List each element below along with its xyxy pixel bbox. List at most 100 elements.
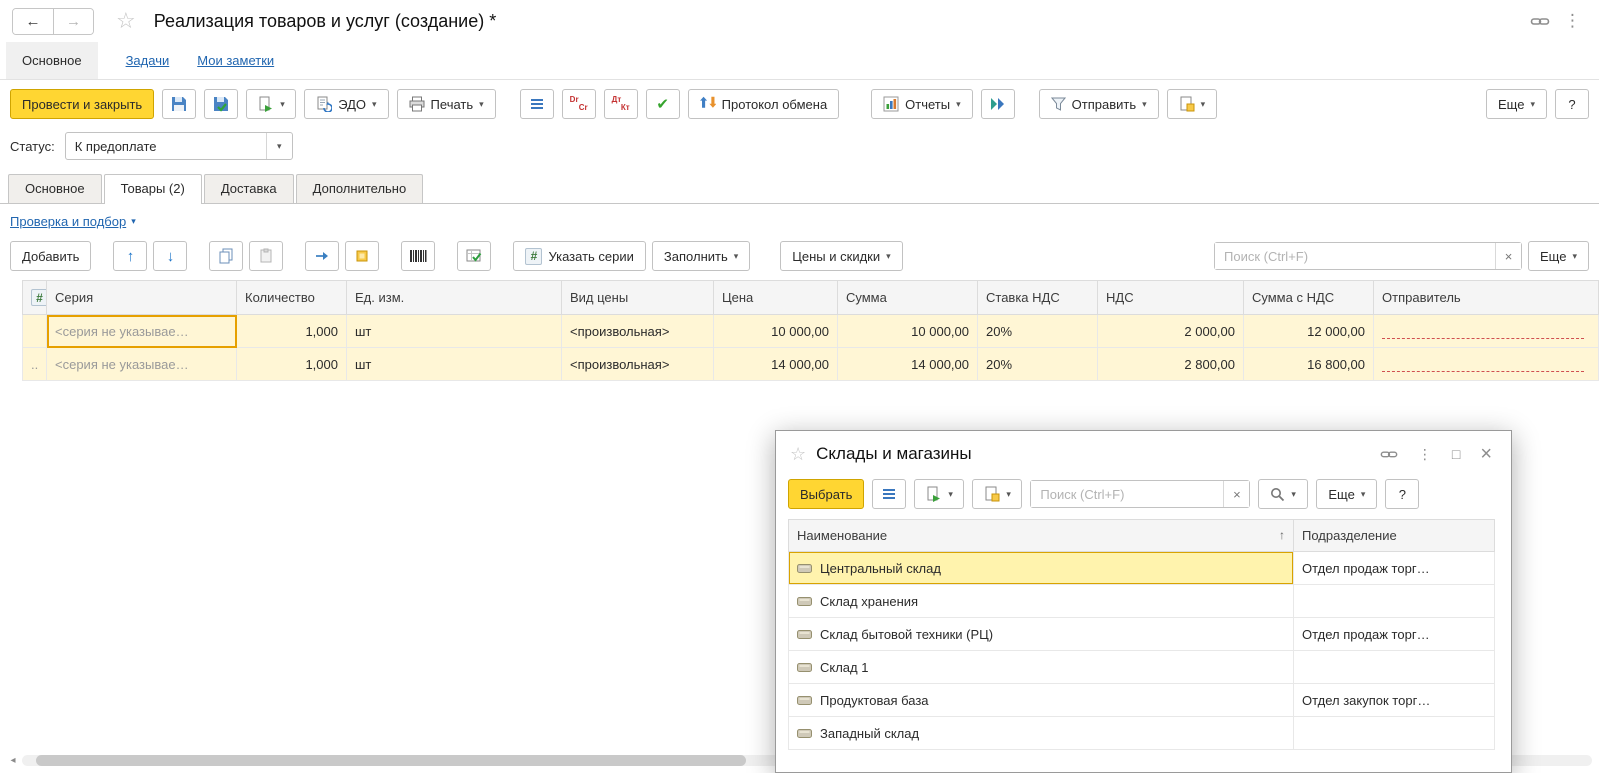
dialog-search-clear-button[interactable]: × [1223,481,1250,507]
more-menu-icon[interactable]: ⋮ [1558,11,1587,31]
dialog-more-button[interactable]: Еще ▾ [1316,479,1378,509]
move-up-button[interactable]: ↑ [113,241,148,271]
list-item[interactable]: Склад бытовой техники (РЦ) Отдел продаж … [788,617,1495,651]
list-item[interactable]: Центральный склад Отдел продаж торг… [788,551,1495,585]
dialog-help-button[interactable]: ? [1385,479,1420,509]
cell-price-type[interactable]: <произвольная> [561,314,714,348]
warehouse-name-cell[interactable]: Склад хранения [788,584,1294,618]
favorite-star-icon[interactable]: ☆ [116,10,136,32]
goods-col-unit[interactable]: Ед. изм. [346,280,562,315]
dialog-more-menu-icon[interactable]: ⋮ [1413,446,1437,463]
status-combobox[interactable]: К предоплате ▾ [64,132,293,160]
scroll-left-arrow[interactable]: ◂ [6,755,20,766]
add-row-button[interactable]: Добавить [10,241,92,271]
dialog-favorite-star-icon[interactable]: ☆ [790,444,806,465]
warehouse-division-cell[interactable] [1293,584,1495,618]
dialog-get-link-icon[interactable] [1375,445,1403,463]
set-series-button[interactable]: # Указать серии [513,241,646,271]
fill-button[interactable]: Заполнить ▾ [651,241,751,271]
table-row[interactable]: <серия не указывае… 1,000 шт <произвольн… [22,314,1599,348]
goods-col-vat[interactable]: НДС [1097,280,1244,315]
get-link-icon[interactable] [1530,11,1550,31]
goods-col-marker[interactable]: # [22,280,47,315]
tab-main[interactable]: Основное [8,174,102,203]
tab-additional[interactable]: Дополнительно [295,174,424,203]
barcode-button[interactable] [401,241,436,271]
change-form-button[interactable] [345,241,380,271]
fill-table-button[interactable] [457,241,492,271]
cell-vat-rate[interactable]: 20% [977,347,1098,381]
goods-col-series[interactable]: Серия [46,280,237,315]
cell-vat-rate[interactable]: 20% [977,314,1098,348]
dialog-attachments-button[interactable]: ▾ [972,479,1023,509]
goods-search-clear-button[interactable]: × [1495,243,1522,269]
select-button[interactable]: Выбрать [788,479,865,509]
cell-price[interactable]: 14 000,00 [713,347,838,381]
goods-col-amount[interactable]: Сумма [837,280,978,315]
cell-price[interactable]: 10 000,00 [713,314,838,348]
warehouse-division-cell[interactable]: Отдел продаж торг… [1293,617,1495,651]
cell-qty[interactable]: 1,000 [236,347,347,381]
cell-series[interactable]: <серия не указывае… [46,347,237,381]
goods-col-price[interactable]: Цена [713,280,838,315]
back-button[interactable]: ← [13,8,53,34]
forward-button[interactable]: → [53,8,93,34]
drcr-en-button[interactable]: Dr Cr [561,89,596,119]
nav-item-main[interactable]: Основное [6,42,98,79]
warehouse-division-cell[interactable]: Отдел закупок торг… [1293,683,1495,717]
combo-caret-icon[interactable]: ▾ [265,133,292,159]
cell-unit[interactable]: шт [346,347,562,381]
cell-total[interactable]: 16 800,00 [1243,347,1374,381]
cell-series[interactable]: <серия не указывае… [46,314,237,348]
warehouse-division-cell[interactable]: Отдел продаж торг… [1293,551,1495,585]
table-row[interactable]: .. <серия не указывае… 1,000 шт <произво… [22,347,1599,381]
cell-amount[interactable]: 10 000,00 [837,314,978,348]
dialog-search-input[interactable] [1031,481,1224,507]
warehouse-name-cell[interactable]: Продуктовая база [788,683,1294,717]
copy-row-button[interactable] [209,241,244,271]
goods-col-qty[interactable]: Количество [236,280,347,315]
warehouse-name-cell[interactable]: Склад бытовой техники (РЦ) [788,617,1294,651]
paste-row-button[interactable] [249,241,284,271]
tab-delivery[interactable]: Доставка [203,174,294,203]
warehouse-name-cell[interactable]: Центральный склад [788,551,1294,585]
create-based-on-button[interactable]: ▾ [246,89,297,119]
edo-button[interactable]: ЭДО ▾ [304,89,389,119]
dialog-close-icon[interactable]: × [1475,443,1497,466]
goods-col-vat-rate[interactable]: Ставка НДС [977,280,1098,315]
warehouse-name-cell[interactable]: Западный склад [788,716,1294,750]
scrollbar-thumb[interactable] [36,755,746,766]
cell-vat[interactable]: 2 000,00 [1097,314,1244,348]
list-item[interactable]: Склад хранения [788,584,1495,618]
list-item[interactable]: Склад 1 [788,650,1495,684]
dialog-search-options-button[interactable]: ▾ [1258,479,1309,509]
warehouse-division-cell[interactable] [1293,716,1495,750]
cell-qty[interactable]: 1,000 [236,314,347,348]
drcr-ru-button[interactable]: Дт Кт [603,89,638,119]
list-item[interactable]: Западный склад [788,716,1495,750]
reports-button[interactable]: Отчеты ▾ [871,89,973,119]
cell-sender[interactable] [1373,347,1599,381]
cell-total[interactable]: 12 000,00 [1243,314,1374,348]
warehouses-col-division[interactable]: Подразделение [1293,519,1495,552]
check-document-button[interactable]: ✔ [645,89,680,119]
cell-price-type[interactable]: <произвольная> [561,347,714,381]
attachments-button[interactable]: ▾ [1166,89,1217,119]
nav-item-notes[interactable]: Мои заметки [197,42,274,79]
print-button[interactable]: Печать ▾ [396,89,496,119]
cell-vat[interactable]: 2 800,00 [1097,347,1244,381]
goods-col-price-type[interactable]: Вид цены [561,280,714,315]
main-more-button[interactable]: Еще ▾ [1486,89,1547,119]
cell-unit[interactable]: шт [346,314,562,348]
list-item[interactable]: Продуктовая база Отдел закупок торг… [788,683,1495,717]
save-button[interactable] [162,89,197,119]
dialog-create-based-on-button[interactable]: ▾ [914,479,965,509]
register-records-button[interactable] [519,89,554,119]
goods-col-total[interactable]: Сумма с НДС [1243,280,1374,315]
split-row-button[interactable] [305,241,340,271]
run-exchange-button[interactable] [980,89,1015,119]
nav-item-tasks[interactable]: Задачи [126,42,170,79]
post-button[interactable] [204,89,239,119]
post-and-close-button[interactable]: Провести и закрыть [10,89,155,119]
warehouse-division-cell[interactable] [1293,650,1495,684]
